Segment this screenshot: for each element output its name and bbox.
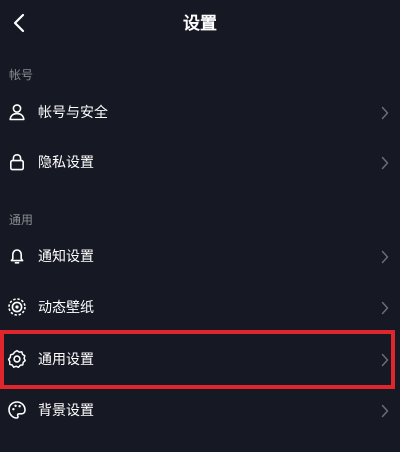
live-wallpaper-icon [7,297,27,317]
section-label-account: 帐号 [9,68,34,82]
settings-item-background[interactable]: 背景设置 [0,389,400,433]
header: 设置 [0,0,400,50]
chevron-right-icon [380,352,390,368]
chevron-right-icon [380,155,390,171]
settings-item-label: 背景设置 [38,403,94,419]
lock-icon [7,152,27,172]
settings-item-label: 帐号与安全 [38,105,108,121]
page-title: 设置 [183,14,217,34]
settings-item-notifications[interactable]: 通知设置 [0,235,400,279]
user-icon [7,102,27,122]
section-label-general: 通用 [9,213,34,227]
bell-icon [7,246,27,266]
chevron-right-icon [380,403,390,419]
chevron-right-icon [380,105,390,121]
settings-item-label: 通用设置 [38,352,94,368]
settings-item-label: 隐私设置 [38,155,94,171]
settings-item-label: 通知设置 [38,249,94,265]
gear-icon [7,349,27,369]
palette-icon [7,400,27,420]
settings-item-live-wallpaper[interactable]: 动态壁纸 [0,286,400,330]
settings-item-label: 动态壁纸 [38,300,94,316]
settings-item-privacy[interactable]: 隐私设置 [0,141,400,185]
settings-item-general-settings[interactable]: 通用设置 [0,338,400,382]
chevron-right-icon [380,249,390,265]
chevron-right-icon [380,300,390,316]
settings-item-account-security[interactable]: 帐号与安全 [0,91,400,135]
